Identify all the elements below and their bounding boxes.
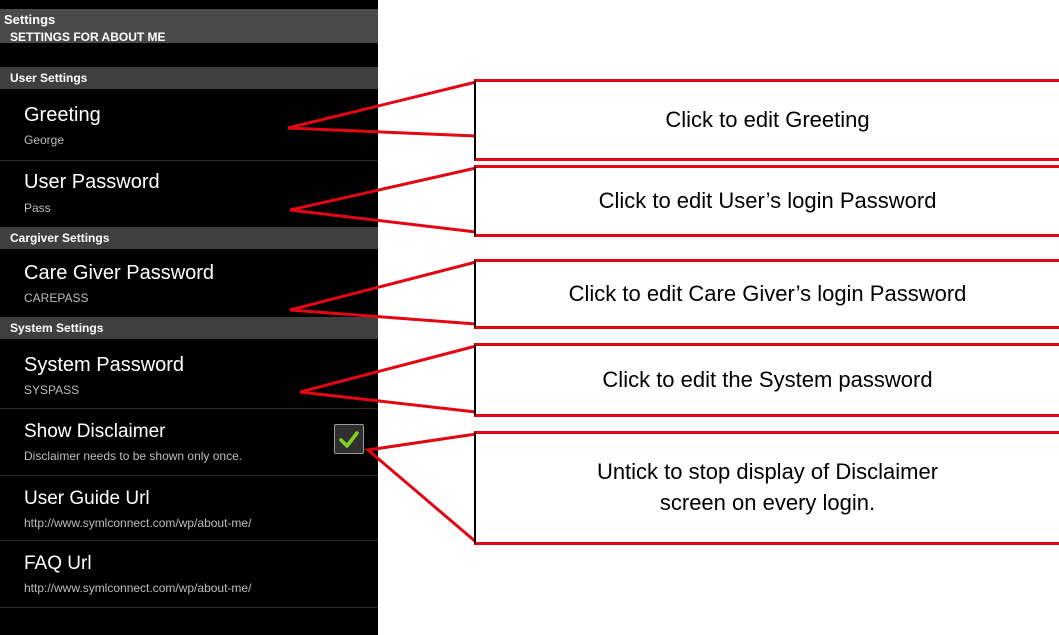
callout-greeting: Click to edit Greeting [474,79,1059,161]
callout-text: Click to edit User’s login Password [598,187,937,213]
pointer-caregiver-password [289,260,477,326]
callout-text: Click to edit Greeting [665,106,870,132]
callout-text-line2: screen on every login. [659,490,876,515]
pointer-greeting [287,80,477,138]
callout-text: Click to edit Care Giver’s login Passwor… [568,280,967,306]
callout-text-line1: Untick to stop display of Disclaimer [596,459,939,485]
callout-system-password: Click to edit the System password [474,343,1059,417]
callout-disclaimer: Untick to stop display of Disclaimer scr… [474,431,1059,545]
pointer-user-password [289,166,477,234]
pointer-disclaimer [364,432,477,544]
callout-user-password: Click to edit User’s login Password [474,165,1059,237]
callout-caregiver-password: Click to edit Care Giver’s login Passwor… [474,259,1059,329]
pointer-system-password [299,344,477,414]
callout-text: Click to edit the System password [602,366,933,392]
